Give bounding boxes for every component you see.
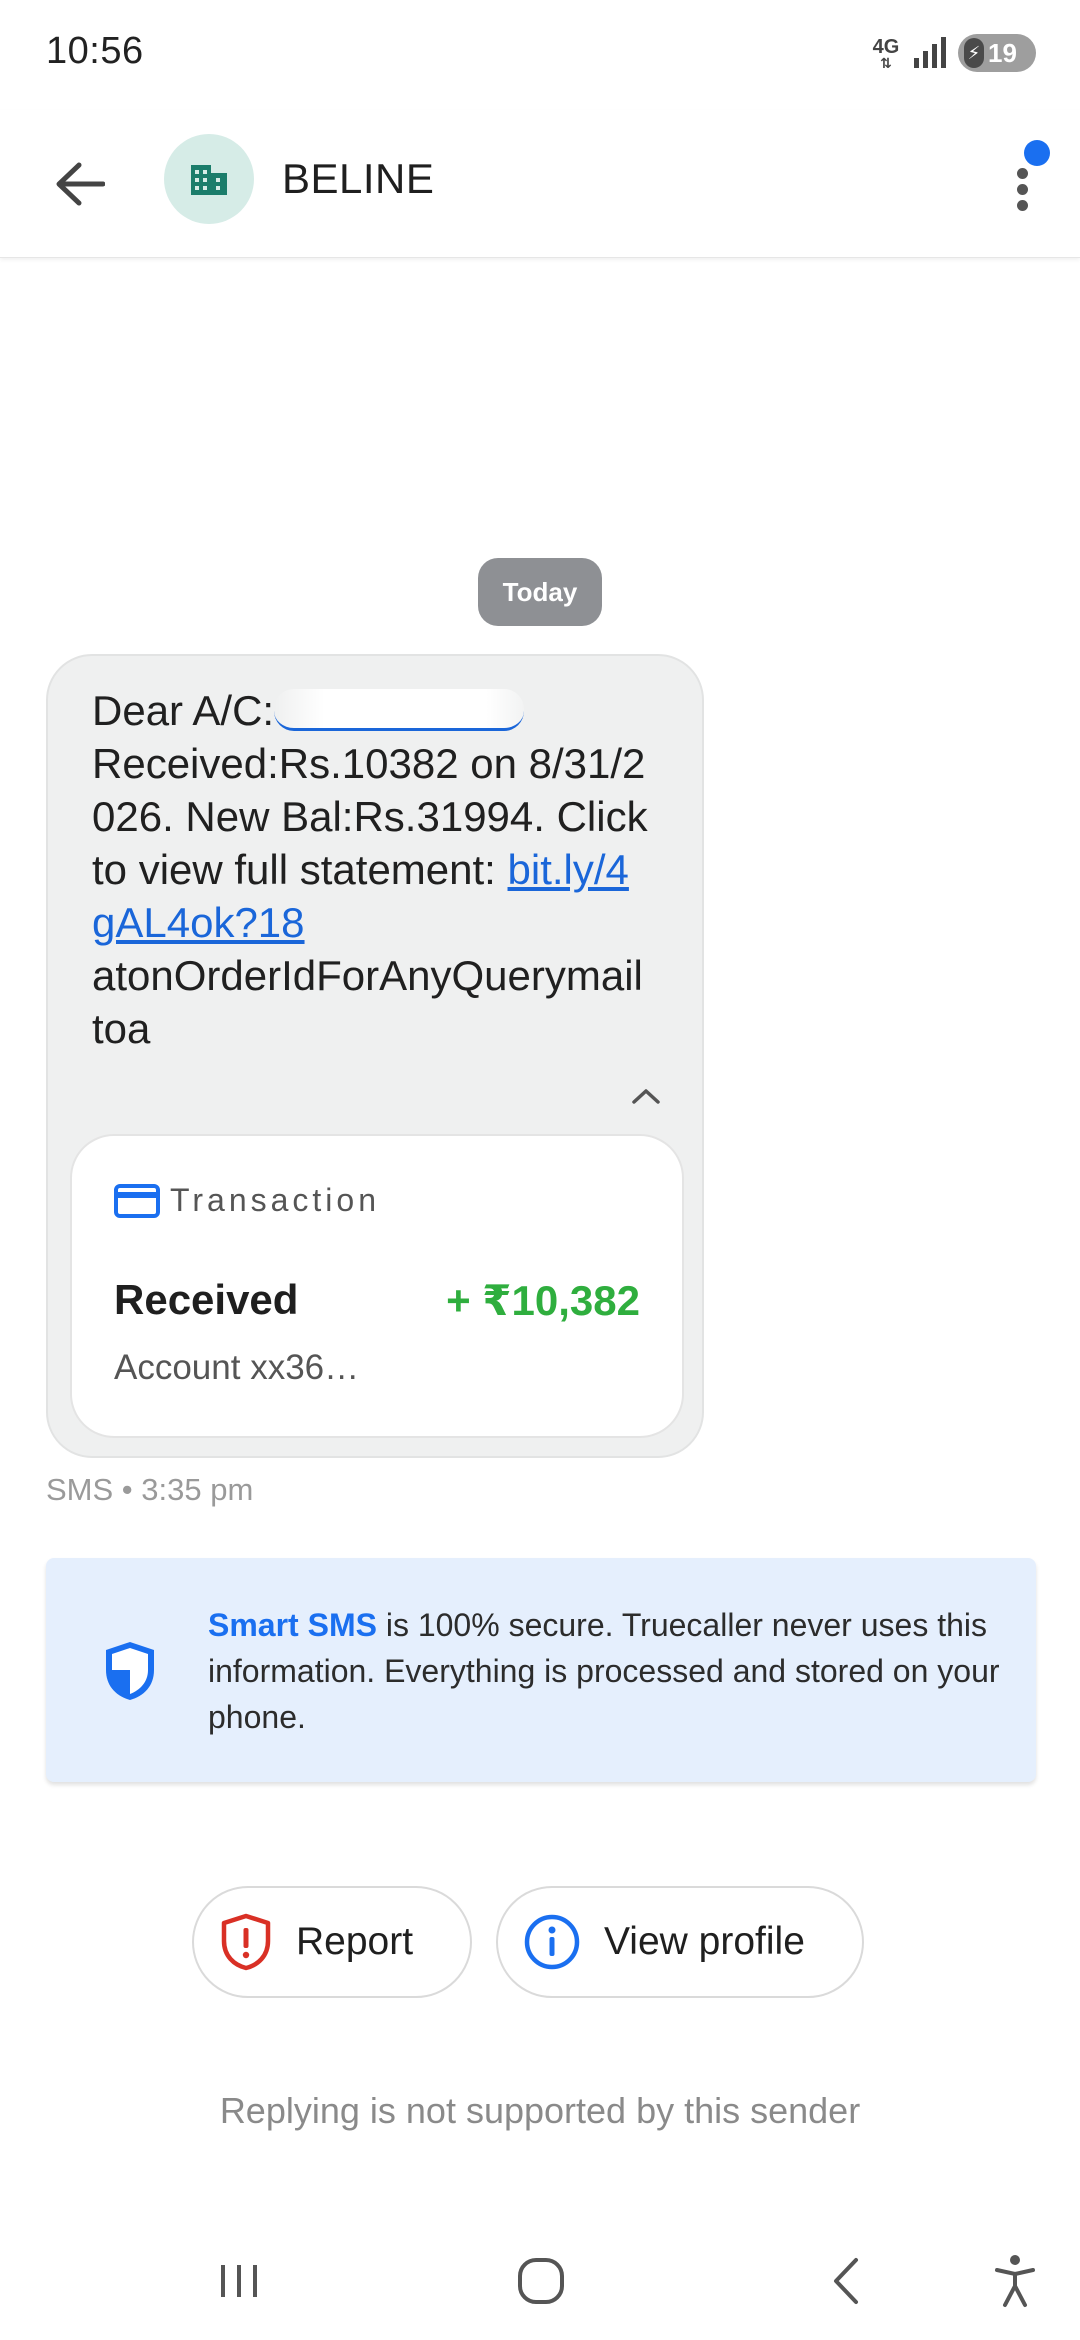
sender-name[interactable]: BELINE	[282, 155, 434, 203]
accessibility-icon	[995, 2255, 1035, 2307]
nav-back-button[interactable]	[810, 2246, 880, 2316]
message-bubble[interactable]: Dear A/C: Received:Rs.10382 on 8/31/2026.…	[46, 654, 704, 1458]
more-options-button[interactable]	[992, 140, 1052, 230]
view-profile-label: View profile	[604, 1920, 805, 1963]
recent-apps-button[interactable]	[204, 2246, 274, 2316]
home-button[interactable]	[506, 2246, 576, 2316]
credit-card-icon	[114, 1183, 160, 1218]
info-text: Smart SMS is 100% secure. Truecaller nev…	[208, 1602, 1008, 1740]
report-button[interactable]: Report	[192, 1886, 472, 1998]
chevron-left-icon	[834, 2258, 858, 2304]
home-icon	[518, 2258, 564, 2304]
transaction-amount: + ₹10,382	[446, 1277, 640, 1324]
status-icons: 4G ⇅ ⚡ 19	[870, 34, 1036, 72]
transaction-account: Account xx36…	[114, 1348, 360, 1387]
more-vert-dot	[1017, 184, 1028, 195]
transaction-card[interactable]: Transaction Received + ₹10,382 Account x…	[70, 1134, 684, 1438]
transaction-title: Received	[114, 1276, 299, 1323]
date-chip: Today	[478, 558, 602, 626]
reply-not-supported-note: Replying is not supported by this sender	[219, 2090, 861, 2131]
info-highlight: Smart SMS	[208, 1607, 377, 1643]
recent-apps-icon	[221, 2265, 257, 2297]
avatar[interactable]	[164, 134, 254, 224]
transaction-header-label: Transaction	[170, 1182, 380, 1218]
info-icon	[524, 1914, 580, 1970]
battery-level: 19	[988, 37, 1017, 68]
transaction-header: Transaction	[114, 1182, 380, 1219]
back-button[interactable]	[50, 154, 110, 214]
message-meta: SMS • 3:35 pm	[46, 1472, 254, 1507]
battery-icon: ⚡ 19	[958, 34, 1036, 72]
arrow-back-icon	[56, 162, 105, 206]
collapse-button[interactable]	[626, 1076, 666, 1116]
more-vert-icon	[1017, 168, 1028, 179]
report-shield-icon	[221, 1913, 271, 1971]
charging-bolt-icon: ⚡	[964, 38, 984, 68]
message-text: Dear A/C: Received:Rs.10382 on 8/31/2026.…	[92, 684, 652, 1055]
notification-dot	[1024, 140, 1050, 166]
network-type-icon: 4G ⇅	[872, 36, 900, 71]
signal-icon	[914, 37, 946, 68]
smart-sms-info-banner: Smart SMS is 100% secure. Truecaller nev…	[46, 1558, 1036, 1782]
shield-icon	[106, 1642, 154, 1700]
status-bar: 10:56 4G ⇅ ⚡ 19	[0, 0, 1080, 110]
message-suffix: atonOrderIdForAnyQuerymailtoa	[92, 952, 643, 1052]
message-prefix: Dear A/C:	[92, 687, 275, 734]
accessibility-button[interactable]	[980, 2246, 1050, 2316]
status-time: 10:56	[46, 30, 144, 72]
redacted-account-number[interactable]	[274, 689, 525, 731]
view-profile-button[interactable]: View profile	[496, 1886, 864, 1998]
business-building-icon	[191, 165, 227, 195]
chevron-up-icon	[632, 1089, 660, 1104]
report-label: Report	[296, 1920, 414, 1963]
system-nav-bar	[0, 2216, 1080, 2340]
more-vert-dot	[1017, 200, 1028, 211]
conversation-header: BELINE	[0, 110, 1080, 258]
